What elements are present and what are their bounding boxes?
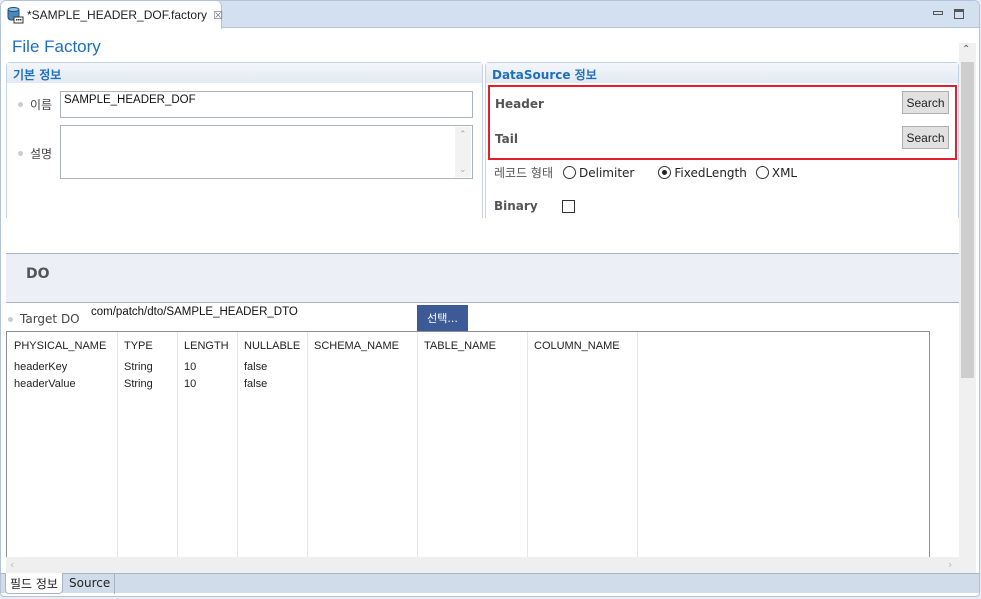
select-do-button[interactable]: 선택...: [417, 305, 468, 331]
radio-delimiter-circle[interactable]: [563, 166, 577, 179]
header-label: Header: [495, 97, 544, 111]
target-do-input[interactable]: com/patch/dto/SAMPLE_HEADER_DTO: [88, 305, 418, 331]
name-input[interactable]: SAMPLE_HEADER_DOF: [60, 91, 473, 118]
tab-title: *SAMPLE_HEADER_DOF.factory: [27, 8, 208, 22]
vertical-scrollbar[interactable]: ⌃ ⌄: [959, 43, 976, 583]
bullet-icon: [18, 102, 23, 107]
header-table-name[interactable]: TABLE_NAME: [424, 340, 496, 352]
desc-label-row: 설명: [18, 145, 52, 162]
header-type[interactable]: TYPE: [124, 340, 153, 352]
name-label-row: 이름: [18, 96, 52, 113]
radio-fixedlength-label: FixedLength: [674, 165, 747, 180]
binary-checkbox[interactable]: [562, 200, 575, 213]
scroll-up-icon[interactable]: ⌃: [459, 129, 467, 140]
basic-info-heading: 기본 정보: [7, 63, 482, 83]
cell-nullable: false: [244, 378, 268, 390]
radio-xml[interactable]: XML: [755, 165, 798, 180]
cell-nullable: false: [244, 361, 268, 373]
target-do-label-row: Target DO: [8, 312, 80, 326]
column-table-name: [418, 332, 528, 557]
column-column-name: [528, 332, 638, 557]
page-title: File Factory: [12, 37, 101, 56]
cell-type: String: [124, 378, 153, 390]
maximize-icon[interactable]: [954, 9, 964, 19]
tab-field-info[interactable]: 필드 정보: [5, 573, 63, 594]
header-column-name[interactable]: COLUMN_NAME: [534, 340, 620, 352]
tail-search-button[interactable]: Search: [902, 126, 949, 149]
scroll-down-icon[interactable]: ⌄: [459, 164, 467, 175]
tail-label: Tail: [495, 132, 518, 146]
radio-delimiter-label: Delimiter: [579, 165, 635, 180]
header-search-button[interactable]: Search: [902, 91, 949, 114]
basic-info-section: 기본 정보 이름 SAMPLE_HEADER_DOF 설명 ⌃ ⌄: [6, 62, 483, 218]
datasource-section: DataSource 정보 Header Search Tail Search …: [485, 62, 959, 218]
editor-content: File Factory 기본 정보 이름 SAMPLE_HEADER_DOF …: [1, 29, 976, 583]
header-length[interactable]: LENGTH: [184, 340, 229, 352]
scroll-left-icon[interactable]: ‹: [10, 558, 14, 571]
scrollbar-thumb[interactable]: [961, 62, 974, 378]
bullet-icon: [8, 316, 13, 322]
cell-length: 10: [184, 378, 197, 390]
horizontal-scrollbar[interactable]: ‹ ›: [6, 557, 959, 574]
cell-physical-name: headerKey: [14, 361, 68, 373]
description-scrollbar[interactable]: ⌃ ⌄: [455, 127, 471, 177]
description-label: 설명: [30, 147, 53, 161]
header-schema-name[interactable]: SCHEMA_NAME: [314, 340, 399, 352]
radio-xml-circle[interactable]: [755, 166, 769, 179]
cell-type: String: [124, 361, 153, 373]
header-nullable[interactable]: NULLABLE: [244, 340, 300, 352]
cell-physical-name: headerValue: [14, 378, 76, 390]
tab-source[interactable]: Source: [65, 574, 116, 594]
minimize-icon[interactable]: [933, 11, 943, 15]
binary-label: Binary: [494, 199, 538, 213]
header-tail-highlight: Header Search Tail Search: [488, 85, 957, 160]
scroll-right-icon[interactable]: ›: [948, 558, 952, 571]
editor-page-tabs: 필드 정보 Source: [1, 573, 979, 594]
radio-delimiter[interactable]: Delimiter: [563, 166, 634, 180]
editor-tab[interactable]: *SAMPLE_HEADER_DOF.factory ☒: [1, 1, 223, 29]
editor-window: *SAMPLE_HEADER_DOF.factory ☒ File Factor…: [0, 0, 980, 597]
fields-table[interactable]: PHYSICAL_NAME TYPE LENGTH NULLABLE SCHEM…: [6, 331, 930, 557]
column-schema-name: [308, 332, 418, 557]
target-do-label: Target DO: [20, 312, 80, 326]
header-physical-name[interactable]: PHYSICAL_NAME: [14, 340, 106, 352]
radio-fixedlength[interactable]: FixedLength: [658, 166, 747, 180]
description-textarea[interactable]: ⌃ ⌄: [60, 125, 473, 179]
bullet-icon: [18, 151, 23, 156]
close-tab-icon[interactable]: ☒: [213, 9, 223, 22]
record-type-group: 레코드 형태 Delimiter FixedLength XML: [494, 164, 797, 181]
database-icon: [7, 6, 24, 24]
scroll-up-icon[interactable]: ⌃: [962, 44, 970, 55]
editor-tab-bar: *SAMPLE_HEADER_DOF.factory ☒: [1, 1, 979, 29]
record-type-label: 레코드 형태: [494, 166, 554, 180]
radio-fixedlength-circle[interactable]: [658, 166, 672, 179]
cell-length: 10: [184, 361, 197, 373]
datasource-heading: DataSource 정보: [486, 63, 958, 83]
target-do-row: Target DO com/patch/dto/SAMPLE_HEADER_DT…: [6, 305, 959, 331]
radio-xml-label: XML: [771, 165, 798, 180]
name-label: 이름: [30, 98, 53, 112]
do-title: DO: [26, 266, 50, 282]
do-section-header: DO: [6, 253, 959, 303]
